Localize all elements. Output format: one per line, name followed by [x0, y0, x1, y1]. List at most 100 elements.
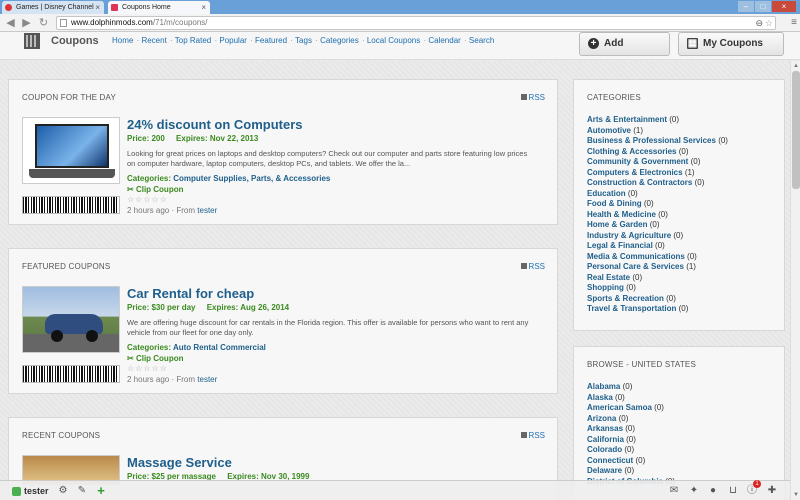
category-link[interactable]: Health & Medicine: [587, 210, 656, 219]
category-link[interactable]: Construction & Contractors: [587, 178, 692, 187]
posted-info: 2 hours ago · From tester: [127, 375, 218, 384]
rss-icon: [520, 432, 527, 438]
mail-icon[interactable]: ✉: [667, 484, 681, 498]
nav-tags[interactable]: Tags: [295, 36, 312, 45]
browser-tab-coupons[interactable]: Coupons Home ×: [108, 1, 210, 14]
author-link[interactable]: tester: [197, 375, 217, 384]
nav-local-coupons[interactable]: Local Coupons: [367, 36, 420, 45]
zoom-icon[interactable]: ⊖: [755, 17, 763, 29]
coupon-thumbnail[interactable]: [22, 286, 120, 353]
reload-icon[interactable]: ↻: [37, 17, 50, 29]
tab-label: Games | Disney Channel: [16, 4, 94, 11]
add-coupon-button[interactable]: + Add Coupon: [579, 32, 670, 71]
browser-tab-disney[interactable]: Games | Disney Channel ×: [2, 1, 104, 14]
my-coupons-button[interactable]: ▦ My Coupons: [678, 32, 784, 56]
settings-gear-icon[interactable]: ⚙: [56, 484, 70, 498]
list-item: Education (0): [587, 189, 728, 200]
state-link[interactable]: Arizona: [587, 414, 616, 423]
url-input[interactable]: www.dolphinmods.com/71/m/coupons/ ⊖ ☆: [56, 16, 776, 30]
state-link[interactable]: Arkansas: [587, 424, 623, 433]
minimize-icon[interactable]: –: [738, 1, 754, 12]
state-link[interactable]: California: [587, 435, 624, 444]
nav-recent[interactable]: Recent: [141, 36, 166, 45]
item-count: (1): [633, 125, 644, 135]
category-link[interactable]: Legal & Financial: [587, 241, 653, 250]
coupon-title[interactable]: Massage Service: [127, 455, 536, 470]
twitter-icon[interactable]: ✦: [687, 484, 701, 498]
category-link[interactable]: Industry & Agriculture: [587, 231, 671, 240]
back-icon[interactable]: ◀: [4, 17, 17, 29]
scroll-up-icon[interactable]: ▲: [792, 62, 800, 70]
nav-home[interactable]: Home: [112, 36, 133, 45]
add-icon[interactable]: +: [94, 484, 108, 498]
category-link[interactable]: Computers & Electronics: [587, 168, 683, 177]
cart-icon[interactable]: ⊔: [726, 484, 740, 498]
wrench-icon[interactable]: ✚: [765, 484, 779, 498]
user-icon[interactable]: ●: [706, 484, 720, 498]
category-link[interactable]: Home & Garden: [587, 220, 647, 229]
category-link[interactable]: Food & Dining: [587, 199, 642, 208]
list-item: Clothing & Accessories (0): [587, 147, 728, 158]
category-link[interactable]: Community & Government: [587, 157, 688, 166]
forward-icon[interactable]: ▶: [20, 17, 33, 29]
category-link[interactable]: Personal Care & Services: [587, 262, 684, 271]
nav-featured[interactable]: Featured: [255, 36, 287, 45]
site-brand[interactable]: Coupons: [51, 35, 99, 47]
clip-label: Clip Coupon: [135, 185, 184, 194]
bookmark-star-icon[interactable]: ☆: [765, 17, 773, 29]
scrollbar-thumb[interactable]: [792, 71, 800, 189]
nav-popular[interactable]: Popular: [219, 36, 247, 45]
url-path: /71/m/coupons/: [152, 18, 208, 27]
category-link[interactable]: Sports & Recreation: [587, 294, 664, 303]
category-link[interactable]: Automotive: [587, 126, 631, 135]
category-link[interactable]: Travel & Transportation: [587, 304, 676, 313]
category-link[interactable]: Arts & Entertainment: [587, 115, 667, 124]
browser-menu-icon[interactable]: ≡: [791, 17, 797, 28]
rating-stars[interactable]: ☆☆☆☆☆: [127, 364, 536, 373]
category-link[interactable]: Education: [587, 189, 626, 198]
maximize-icon[interactable]: □: [755, 1, 771, 12]
coupon-title[interactable]: Car Rental for cheap: [127, 286, 536, 301]
nav-calendar[interactable]: Calendar: [428, 36, 460, 45]
category-link[interactable]: Auto Rental Commercial: [173, 343, 266, 352]
item-count: (0): [626, 434, 636, 444]
rss-link[interactable]: RSS: [520, 431, 545, 440]
category-link[interactable]: Computer Supplies, Parts, & Accessories: [173, 174, 330, 183]
user-menu[interactable]: tester: [12, 484, 49, 498]
state-link[interactable]: Alaska: [587, 393, 613, 402]
clip-coupon-button[interactable]: ✂ Clip Coupon: [127, 185, 536, 194]
nav-search[interactable]: Search: [469, 36, 494, 45]
state-link[interactable]: Delaware: [587, 466, 622, 475]
qr-logo-icon: [24, 33, 40, 49]
nav-categories[interactable]: Categories: [320, 36, 359, 45]
close-tab-icon[interactable]: ×: [95, 1, 100, 14]
category-link[interactable]: Real Estate: [587, 273, 630, 282]
item-count: (0): [655, 241, 665, 250]
close-tab-icon[interactable]: ×: [201, 1, 206, 14]
category-link[interactable]: Business & Professional Services: [587, 136, 716, 145]
coupon-title[interactable]: 24% discount on Computers: [127, 117, 536, 132]
list-item: Colorado (0): [587, 445, 675, 456]
window-close-icon[interactable]: ×: [772, 1, 796, 12]
state-link[interactable]: Connecticut: [587, 456, 633, 465]
edit-icon[interactable]: ✎: [75, 484, 89, 498]
coupon-thumbnail[interactable]: [22, 117, 120, 184]
scroll-down-icon[interactable]: ▼: [792, 491, 800, 499]
page-scrollbar[interactable]: ▲ ▼: [790, 61, 800, 500]
item-count: (0): [649, 220, 660, 229]
notifications-icon[interactable]: ⓘ 1: [745, 480, 761, 498]
rating-stars[interactable]: ☆☆☆☆☆: [127, 195, 536, 204]
nav-top-rated[interactable]: Top Rated: [175, 36, 211, 45]
category-link[interactable]: Shopping: [587, 283, 624, 292]
state-link[interactable]: Alabama: [587, 382, 620, 391]
category-link[interactable]: Clothing & Accessories: [587, 147, 677, 156]
rss-link[interactable]: RSS: [520, 93, 545, 102]
state-link[interactable]: Colorado: [587, 445, 622, 454]
rss-label: RSS: [528, 262, 545, 271]
category-link[interactable]: Media & Communications: [587, 252, 685, 261]
clip-coupon-button[interactable]: ✂ Clip Coupon: [127, 354, 536, 363]
state-link[interactable]: American Samoa: [587, 403, 652, 412]
rss-link[interactable]: RSS: [520, 262, 545, 271]
author-link[interactable]: tester: [197, 206, 217, 215]
list-item: Construction & Contractors (0): [587, 178, 728, 189]
